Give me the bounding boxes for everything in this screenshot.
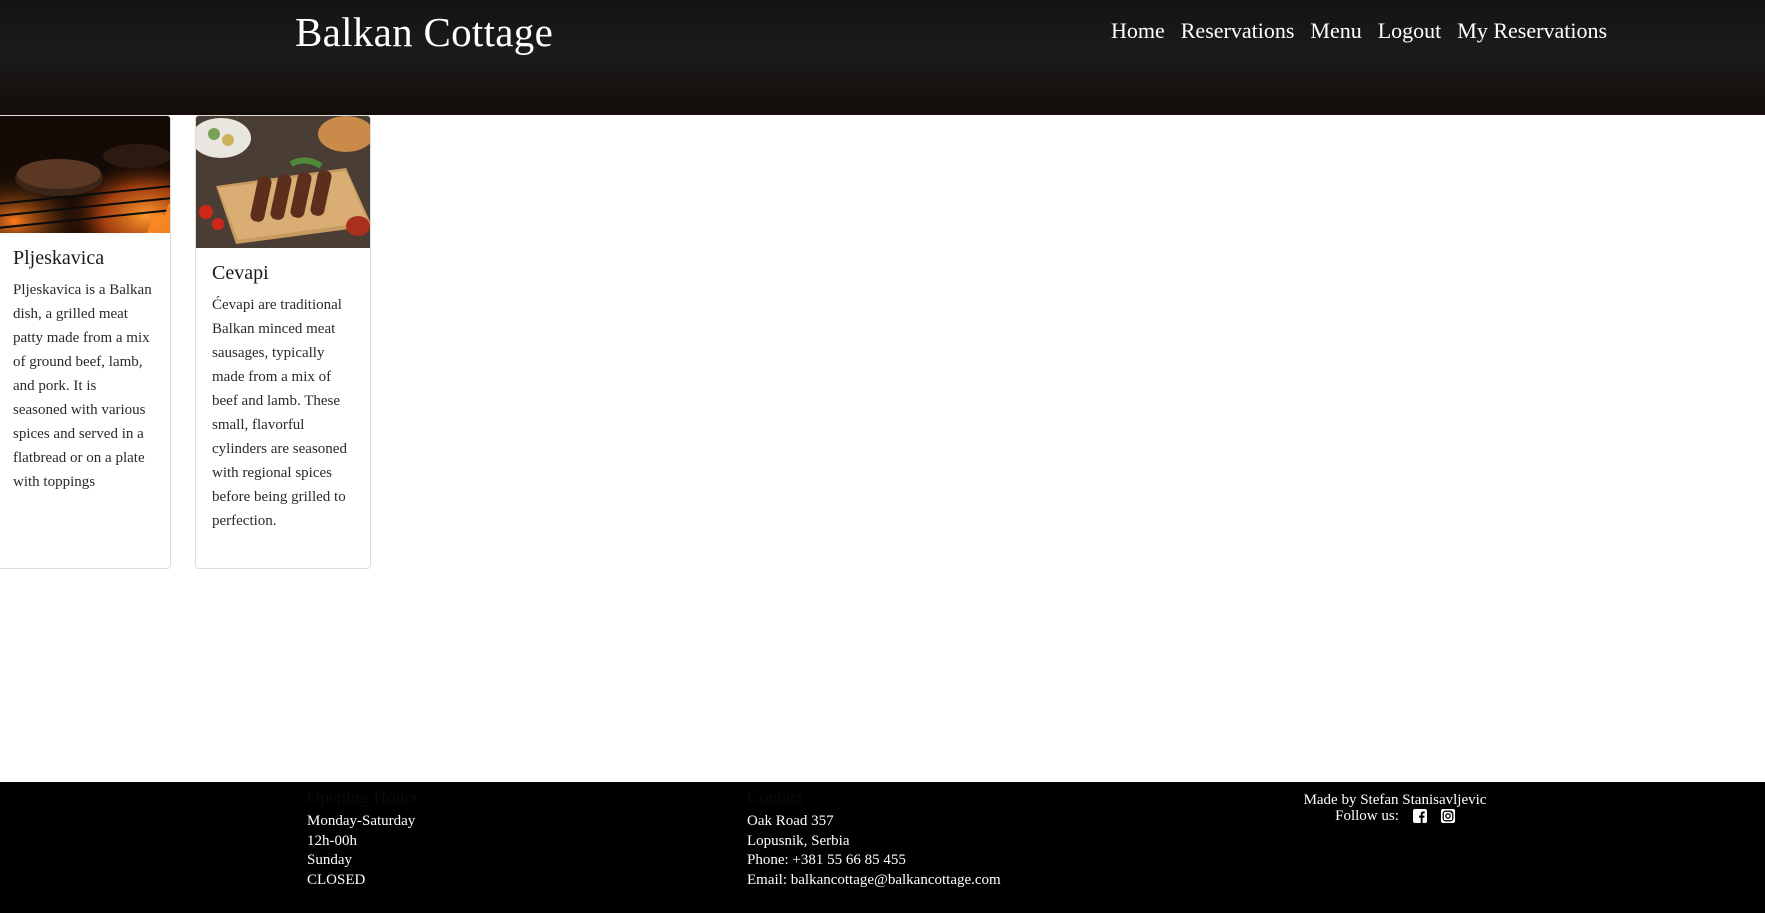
nav-my-reservations[interactable]: My Reservations [1457,18,1607,44]
facebook-icon[interactable] [1412,809,1427,823]
nav-logout[interactable]: Logout [1378,18,1442,44]
menu-card-pljeskavica: Pljeskavica Pljeskavica is a Balkan dish… [0,115,171,569]
card-title: Cevapi [212,262,269,284]
cevapi-platter-photo [196,116,370,248]
site-footer: Opening Hours Monday-Saturday 12h-00h Su… [0,782,1765,913]
nav-reservations[interactable]: Reservations [1181,18,1295,44]
card-description: Ćevapi are traditional Balkan minced mea… [212,297,347,529]
menu-card-cevapi: Cevapi Ćevapi are traditional Balkan min… [195,115,371,569]
instagram-icon[interactable] [1440,809,1455,823]
nav-menu[interactable]: Menu [1310,18,1361,44]
nav-home[interactable]: Home [1111,18,1165,44]
contact-line: Email: balkancottage@balkancottage.com [747,871,1001,888]
opening-hours-heading: Opening Hours [307,787,418,807]
main-nav: Home Reservations Menu Logout My Reserva… [1111,18,1607,44]
contact-line: Phone: +381 55 66 85 455 [747,852,906,868]
grilled-patty-photo [0,116,170,233]
contact-info: Contact Oak Road 357 Lopusnik, Serbia Ph… [747,787,1001,890]
brand-title[interactable]: Balkan Cottage [295,8,553,56]
hours-line: CLOSED [307,871,366,888]
card-title: Pljeskavica [13,247,105,269]
hours-line: Monday-Saturday [307,813,416,829]
credits: Made by Stefan Stanisavljevic Follow us: [1250,792,1540,824]
contact-line: Lopusnik, Serbia [747,832,850,849]
follow-row: Follow us: [1250,808,1540,824]
contact-heading: Contact [747,787,803,807]
made-by-text: Made by Stefan Stanisavljevic [1303,792,1487,808]
hours-line: 12h-00h [307,832,357,849]
hours-line: Sunday [307,852,352,868]
follow-label: Follow us: [1335,808,1399,824]
opening-hours: Opening Hours Monday-Saturday 12h-00h Su… [307,787,418,890]
contact-line: Oak Road 357 [747,813,834,829]
site-header: Balkan Cottage Home Reservations Menu Lo… [0,0,1765,115]
card-description: Pljeskavica is a Balkan dish, a grilled … [13,282,152,490]
